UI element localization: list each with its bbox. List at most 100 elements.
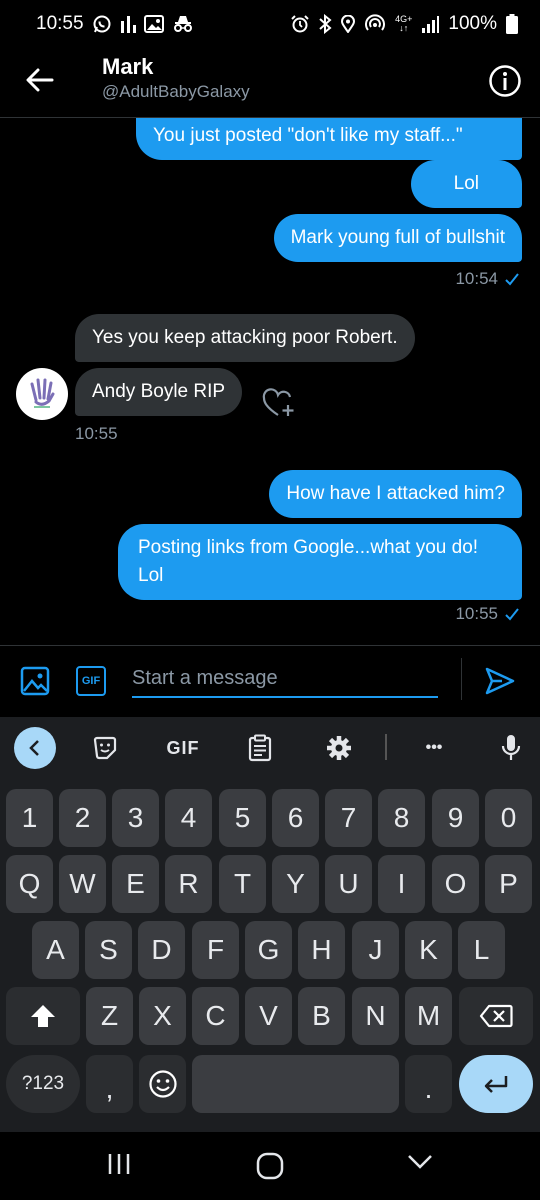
key-label: T (233, 868, 252, 899)
key-y[interactable]: Y (272, 855, 319, 913)
key-h[interactable]: H (298, 921, 345, 979)
keyboard-settings-button[interactable] (322, 727, 356, 769)
key-label: Y (286, 868, 305, 899)
alarm-icon (291, 15, 309, 33)
key-z[interactable]: Z (86, 987, 133, 1045)
message-bubble-outgoing[interactable]: How have I attacked him? (269, 470, 522, 518)
key-label: 8 (393, 802, 410, 833)
gif-button[interactable]: GIF (76, 666, 106, 696)
enter-key[interactable] (459, 1055, 533, 1113)
space-key[interactable] (192, 1055, 399, 1113)
info-button[interactable] (488, 64, 522, 98)
key-r[interactable]: R (165, 855, 212, 913)
key-s[interactable]: S (85, 921, 132, 979)
key-d[interactable]: D (138, 921, 185, 979)
key-5[interactable]: 5 (219, 789, 266, 847)
more-options-button[interactable]: ••• (414, 727, 454, 769)
comma-key[interactable]: , (86, 1055, 133, 1113)
message-text: Lol (453, 173, 479, 194)
period-key[interactable]: . (405, 1055, 452, 1113)
chevron-down-icon (408, 1155, 432, 1169)
recent-apps-button[interactable] (106, 1152, 132, 1176)
key-i[interactable]: I (378, 855, 425, 913)
cell-signal-icon (421, 15, 440, 33)
key-label: C (205, 1000, 226, 1031)
message-bubble-outgoing[interactable]: Lol (410, 160, 522, 208)
contact-avatar[interactable] (16, 368, 68, 420)
key-label: S (99, 934, 118, 965)
key-v[interactable]: V (245, 987, 292, 1045)
message-text: How have I attacked him? (286, 483, 505, 504)
key-label: 1 (21, 802, 38, 833)
send-button[interactable] (484, 666, 516, 701)
key-3[interactable]: 3 (112, 789, 159, 847)
hotspot-icon (364, 14, 386, 34)
key-j[interactable]: J (352, 921, 399, 979)
toolbar-separator (385, 734, 387, 760)
key-label: O (444, 868, 467, 899)
incognito-icon (172, 15, 194, 33)
gallery-icon (143, 15, 164, 33)
symbols-key[interactable]: ?123 (6, 1055, 80, 1113)
contact-handle[interactable]: @AdultBabyGalaxy (102, 82, 250, 102)
message-bubble-outgoing[interactable]: Posting links from Google...what you do!… (118, 524, 522, 600)
key-b[interactable]: B (298, 987, 345, 1045)
key-4[interactable]: 4 (165, 789, 212, 847)
sticker-button[interactable] (88, 727, 122, 769)
key-x[interactable]: X (139, 987, 186, 1045)
key-8[interactable]: 8 (378, 789, 425, 847)
key-w[interactable]: W (59, 855, 106, 913)
key-u[interactable]: U (325, 855, 372, 913)
key-f[interactable]: F (192, 921, 239, 979)
message-bubble-outgoing[interactable]: You just posted "don't like my staff..." (136, 118, 522, 160)
toolbar-gif-button[interactable]: GIF (160, 727, 206, 769)
message-bubble-incoming[interactable]: Andy Boyle RIP (75, 368, 243, 416)
key-g[interactable]: G (245, 921, 292, 979)
message-list[interactable]: You just posted "don't like my staff..."… (0, 118, 540, 644)
key-9[interactable]: 9 (432, 789, 479, 847)
image-button[interactable] (20, 666, 50, 701)
key-o[interactable]: O (432, 855, 479, 913)
key-0[interactable]: 0 (485, 789, 532, 847)
clipboard-button[interactable] (243, 727, 277, 769)
key-6[interactable]: 6 (272, 789, 319, 847)
key-n[interactable]: N (352, 987, 399, 1045)
key-k[interactable]: K (405, 921, 452, 979)
back-button[interactable] (22, 62, 58, 98)
key-p[interactable]: P (485, 855, 532, 913)
recent-apps-icon (108, 1154, 130, 1174)
shift-key[interactable] (6, 987, 80, 1045)
key-label: Q (18, 868, 41, 899)
key-1[interactable]: 1 (6, 789, 53, 847)
home-button[interactable] (256, 1152, 284, 1180)
contact-name[interactable]: Mark (102, 54, 153, 80)
key-label: J (368, 934, 383, 965)
key-t[interactable]: T (219, 855, 266, 913)
message-timestamp: 10:54 (455, 269, 498, 288)
message-input[interactable] (132, 660, 438, 698)
message-timestamp: 10:55 (455, 604, 498, 623)
voice-input-button[interactable] (496, 727, 526, 769)
key-7[interactable]: 7 (325, 789, 372, 847)
gear-icon (327, 736, 351, 760)
key-2[interactable]: 2 (59, 789, 106, 847)
key-l[interactable]: L (458, 921, 505, 979)
emoji-key[interactable] (139, 1055, 186, 1113)
toolbar-collapse-button[interactable] (14, 727, 56, 769)
key-c[interactable]: C (192, 987, 239, 1045)
key-m[interactable]: M (405, 987, 452, 1045)
home-icon (256, 1152, 284, 1180)
react-button[interactable] (262, 388, 298, 420)
back-nav-button[interactable] (406, 1152, 434, 1172)
message-bubble-incoming[interactable]: Yes you keep attacking poor Robert. (75, 314, 415, 362)
backspace-key[interactable] (459, 987, 533, 1045)
key-label: F (206, 934, 225, 965)
key-e[interactable]: E (112, 855, 159, 913)
key-label: D (151, 934, 172, 965)
key-label: N (365, 1000, 386, 1031)
message-bubble-outgoing[interactable]: Mark young full of bullshit (273, 214, 522, 262)
key-label: . (424, 1073, 433, 1104)
key-a[interactable]: A (32, 921, 79, 979)
key-q[interactable]: Q (6, 855, 53, 913)
message-text: Andy Boyle RIP (92, 381, 226, 402)
